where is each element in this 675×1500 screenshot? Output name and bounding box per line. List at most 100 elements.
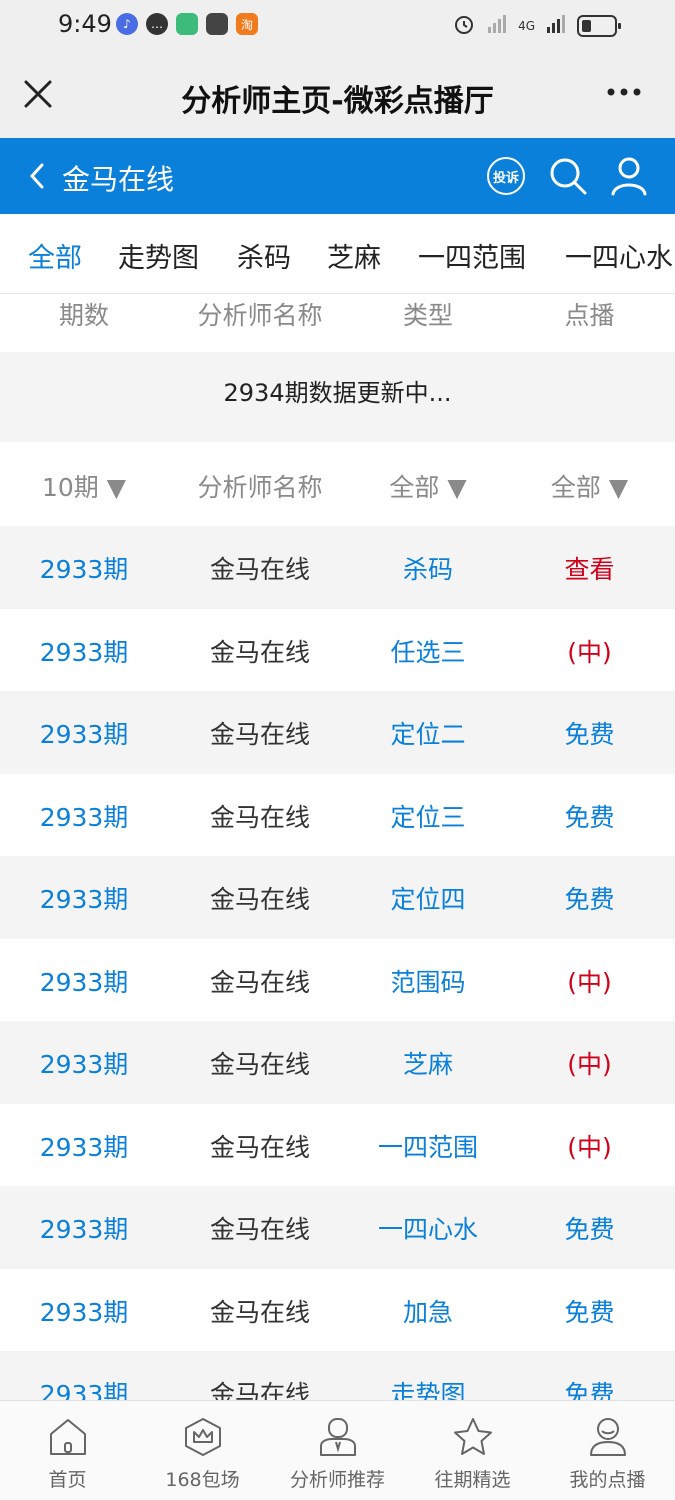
status-filter-dropdown[interactable]: 全部 ▼: [504, 468, 675, 504]
status-bar: 9:49 ♪ … 淘 4G: [0, 0, 675, 50]
table-row[interactable]: 2933期 金马在线 芝麻 (中): [0, 1021, 675, 1104]
table-row[interactable]: 2933期 金马在线 一四心水 免费: [0, 1186, 675, 1269]
home-icon: [50, 1419, 86, 1455]
nav-past-selection-label: 往期精选: [434, 1469, 511, 1491]
row-period: 2933期: [39, 637, 129, 667]
more-options-icon[interactable]: [605, 80, 645, 104]
row-status[interactable]: 免费: [504, 798, 675, 834]
table-row[interactable]: 2933期 金马在线 定位三 免费: [0, 773, 675, 856]
tab-sesame[interactable]: 芝麻: [327, 236, 381, 275]
tab-kill-code[interactable]: 杀码: [237, 236, 291, 275]
user-icon[interactable]: [610, 156, 648, 196]
nav-analyst-recommend[interactable]: 分析师推荐: [270, 1401, 405, 1500]
crown-icon: [185, 1418, 221, 1456]
analyst-icon: [320, 1418, 356, 1456]
profile-icon: [590, 1418, 626, 1456]
bottom-navigation: 首页 168包场 分析师推荐 往期精选 我的点播: [0, 1400, 675, 1500]
table-row[interactable]: 2933期 金马在线 一四范围 (中): [0, 1103, 675, 1186]
tab-heart-1-4[interactable]: 一四心水: [565, 236, 673, 275]
tab-all[interactable]: 全部: [28, 236, 82, 275]
row-type: 任选三: [390, 637, 466, 667]
battery-icon: [577, 14, 621, 37]
back-icon[interactable]: [26, 162, 50, 190]
record-list: 2933期 金马在线 杀码 查看 2933期 金马在线 任选三 (中) 2933…: [0, 526, 675, 1434]
row-status[interactable]: 免费: [504, 1293, 675, 1329]
row-period: 2933期: [39, 1050, 129, 1079]
row-period: 2933期: [39, 885, 129, 914]
row-analyst: 金马在线: [209, 1050, 310, 1079]
notification-icons: ♪ … 淘: [116, 13, 258, 35]
nav-past-selection[interactable]: 往期精选: [405, 1401, 540, 1500]
taobao-icon: 淘: [236, 13, 258, 35]
update-notice-text: 2934期数据更新中...: [223, 379, 452, 407]
star-icon: [454, 1418, 492, 1455]
table-row[interactable]: 2933期 金马在线 杀码 查看: [0, 526, 675, 609]
search-icon[interactable]: [548, 156, 588, 196]
row-type: 定位四: [390, 885, 466, 914]
row-analyst: 金马在线: [209, 967, 310, 997]
tab-range-1-4[interactable]: 一四范围: [418, 236, 526, 275]
column-period: 期数: [58, 301, 109, 330]
store-icon: [206, 13, 228, 35]
page-title: 分析师主页-微彩点播厅: [181, 84, 494, 119]
row-analyst: 金马在线: [209, 637, 310, 667]
alarm-icon: [452, 12, 476, 39]
filter-row: 10期 ▼ 分析师名称 全部 ▼ 全部 ▼: [0, 442, 675, 526]
chat-icon: …: [146, 13, 168, 35]
nav-168-booking[interactable]: 168包场: [135, 1401, 270, 1500]
signal-icon: [486, 13, 508, 38]
row-analyst: 金马在线: [209, 720, 310, 749]
row-status[interactable]: (中): [504, 1128, 675, 1164]
complain-button[interactable]: 投诉: [487, 157, 525, 195]
nav-analyst-recommend-label: 分析师推荐: [289, 1469, 385, 1491]
row-status[interactable]: 免费: [504, 1210, 675, 1246]
row-type: 加急: [402, 1297, 453, 1327]
row-analyst: 金马在线: [209, 885, 310, 914]
nav-home[interactable]: 首页: [0, 1401, 135, 1500]
music-icon: ♪: [116, 13, 138, 35]
table-row[interactable]: 2933期 金马在线 定位四 免费: [0, 856, 675, 939]
nav-my-orders-label: 我的点播: [569, 1469, 646, 1491]
nav-home-label: 首页: [48, 1469, 87, 1491]
row-status[interactable]: (中): [504, 963, 675, 999]
analyst-filter-label: 分析师名称: [197, 473, 323, 502]
row-analyst: 金马在线: [209, 1215, 310, 1244]
row-status[interactable]: (中): [504, 1045, 675, 1081]
row-period: 2933期: [39, 967, 129, 997]
row-status[interactable]: (中): [504, 633, 675, 669]
row-period: 2933期: [39, 1297, 129, 1327]
status-time: 9:49: [58, 10, 112, 38]
category-tabs: 全部 走势图 杀码 芝麻 一四范围 一四心水: [0, 214, 675, 294]
period-filter-dropdown[interactable]: 10期 ▼: [0, 468, 168, 504]
row-period: 2933期: [39, 802, 129, 832]
row-status[interactable]: 免费: [504, 880, 675, 916]
row-analyst: 金马在线: [209, 802, 310, 832]
type-filter-dropdown[interactable]: 全部 ▼: [352, 468, 504, 504]
row-type: 杀码: [402, 555, 453, 584]
table-header: 期数 分析师名称 类型 点播: [0, 294, 675, 352]
row-period: 2933期: [39, 1215, 129, 1244]
table-row[interactable]: 2933期 金马在线 任选三 (中): [0, 608, 675, 691]
column-analyst: 分析师名称: [197, 301, 323, 330]
row-period: 2933期: [39, 555, 129, 584]
row-analyst: 金马在线: [209, 1132, 310, 1162]
signal-strength-icon: [545, 13, 567, 38]
table-row[interactable]: 2933期 金马在线 加急 免费: [0, 1268, 675, 1351]
row-type: 一四范围: [377, 1132, 478, 1162]
nav-my-orders[interactable]: 我的点播: [540, 1401, 675, 1500]
table-row[interactable]: 2933期 金马在线 范围码 (中): [0, 938, 675, 1021]
analyst-name[interactable]: 金马在线: [62, 158, 174, 198]
table-row[interactable]: 2933期 金马在线 定位二 免费: [0, 691, 675, 774]
row-period: 2933期: [39, 1132, 129, 1162]
app-header: 金马在线 投诉: [0, 138, 675, 214]
network-type: 4G: [518, 18, 535, 33]
column-type: 类型: [402, 301, 453, 330]
row-type: 范围码: [390, 967, 466, 997]
row-period: 2933期: [39, 720, 129, 749]
row-type: 定位三: [390, 802, 466, 832]
nav-168-booking-label: 168包场: [165, 1469, 240, 1491]
row-view-button[interactable]: 查看: [504, 550, 675, 586]
row-status[interactable]: 免费: [504, 715, 675, 751]
column-on-demand: 点播: [564, 301, 615, 330]
tab-trend-chart[interactable]: 走势图: [118, 236, 199, 275]
